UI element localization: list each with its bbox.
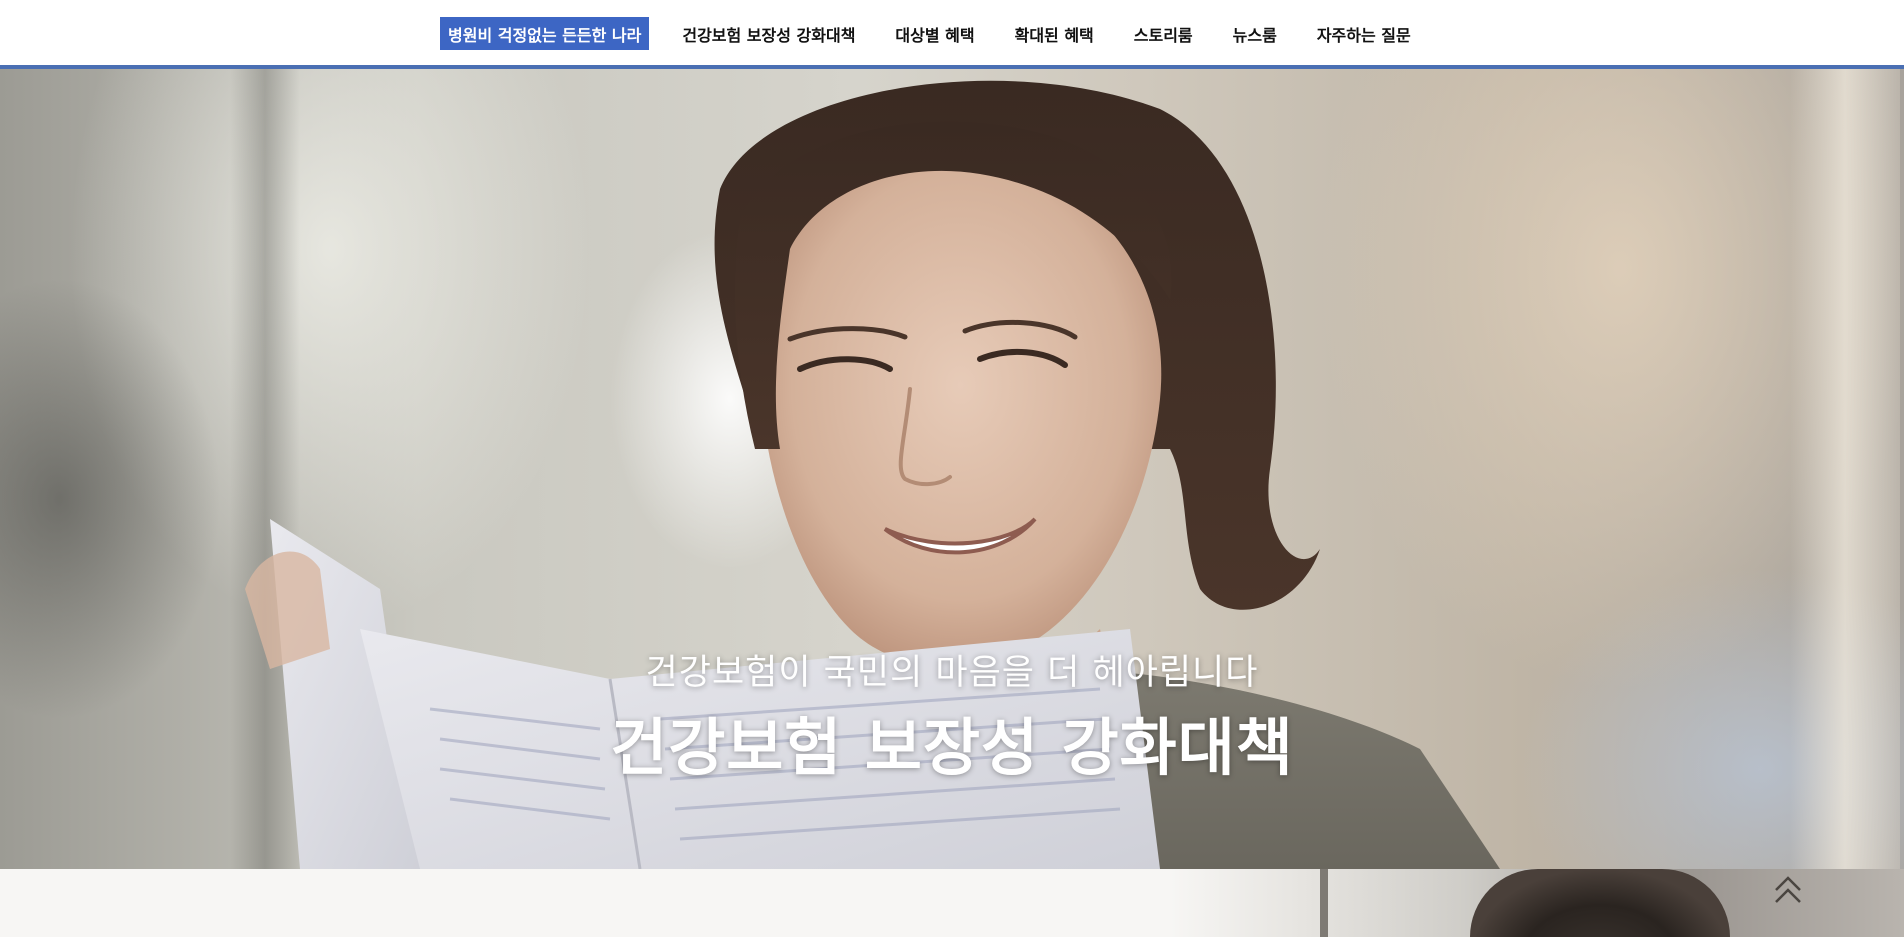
nav-item-faq[interactable]: 자주하는 질문 [1317,17,1411,50]
next-section-preview [0,869,1904,937]
nav-item-story-room[interactable]: 스토리룸 [1134,17,1193,50]
nav-item-expanded-benefits[interactable]: 확대된 혜택 [1015,17,1094,50]
top-navigation: 병원비 걱정없는 든든한 나라 건강보험 보장성 강화대책 대상별 혜택 확대된… [0,0,1904,69]
double-chevron-up-icon [1775,876,1801,903]
hero-title: 건강보험 보장성 강화대책 [610,711,1294,784]
nav-item-benefits-by-target[interactable]: 대상별 혜택 [895,17,974,50]
nav-menu: 병원비 걱정없는 든든한 나라 건강보험 보장성 강화대책 대상별 혜택 확대된… [440,17,1411,50]
nav-brand-link[interactable]: 병원비 걱정없는 든든한 나라 [440,17,650,50]
hero-banner: 건강보험이 국민의 마음을 더 헤아립니다 건강보험 보장성 강화대책 [0,69,1904,869]
scroll-to-top-button[interactable] [1770,872,1806,908]
hero-subtitle: 건강보험이 국민의 마음을 더 헤아립니다 [645,653,1259,693]
nav-item-coverage-plan[interactable]: 건강보험 보장성 강화대책 [682,17,855,50]
nav-item-news-room[interactable]: 뉴스룸 [1233,17,1277,50]
